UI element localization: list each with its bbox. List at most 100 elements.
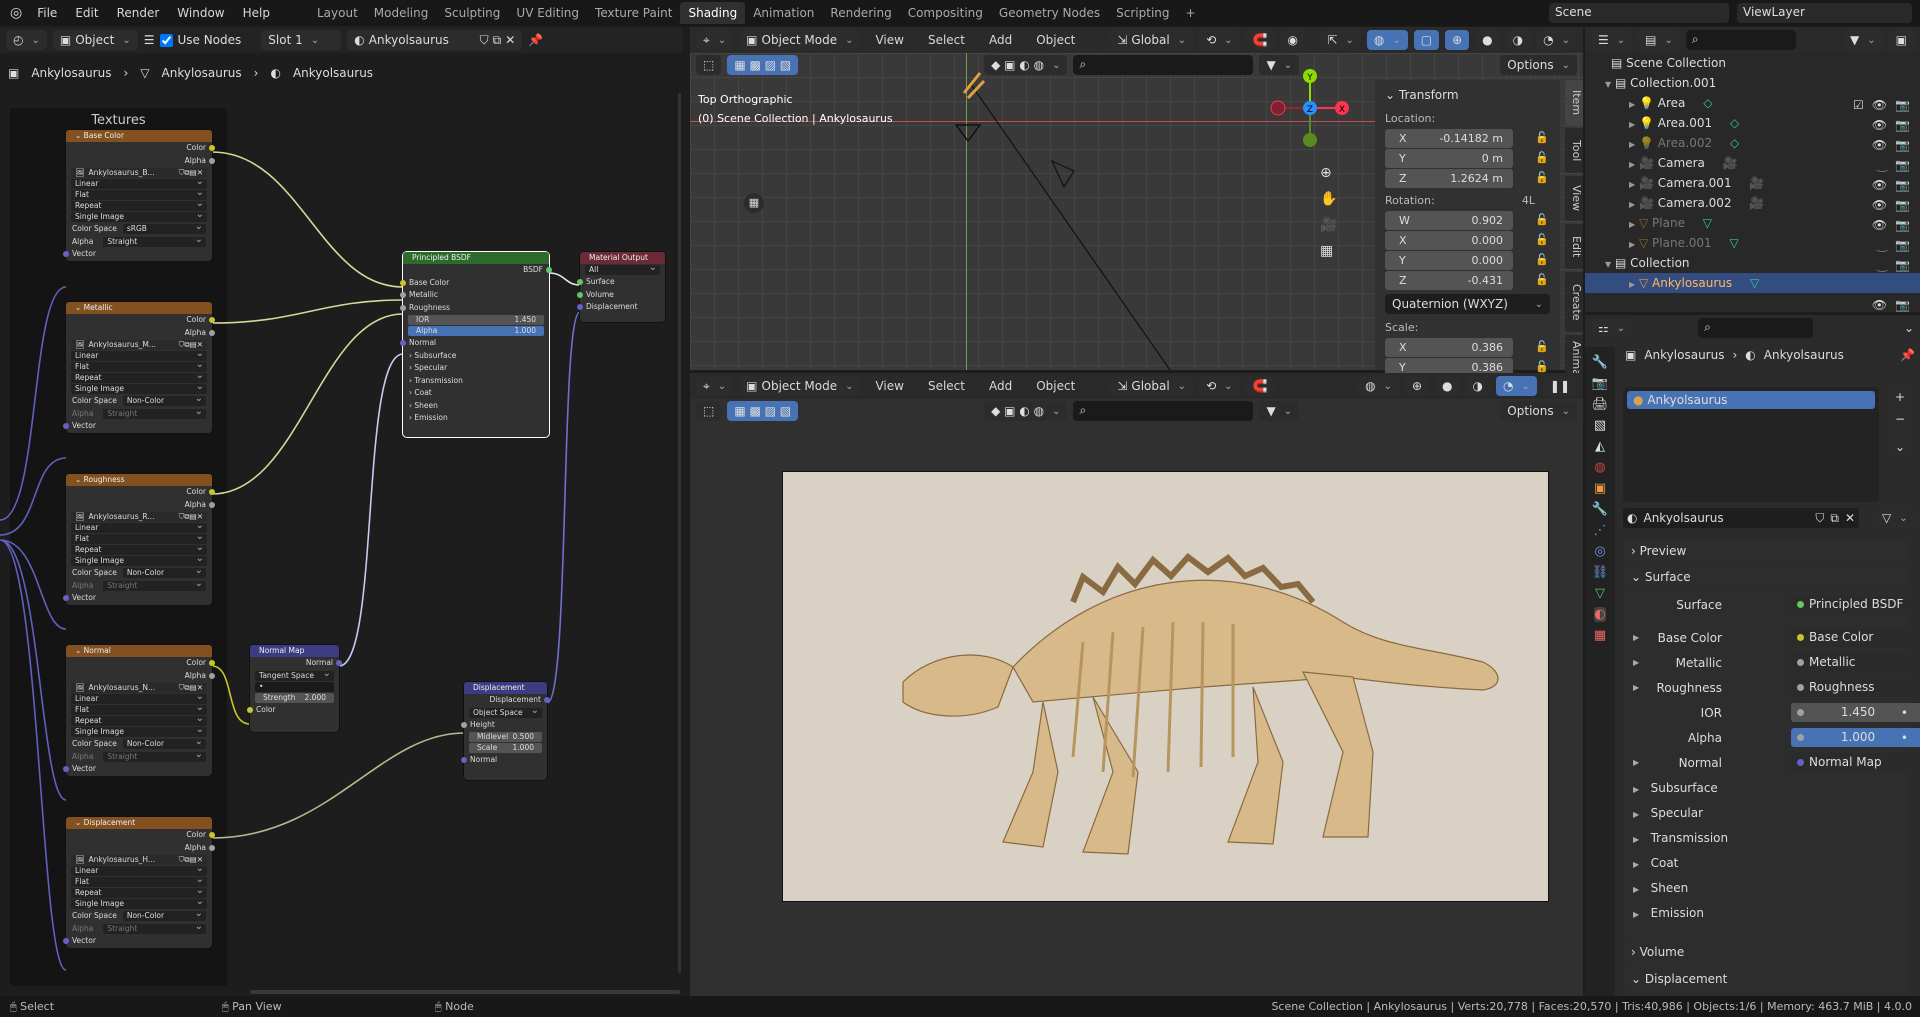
visibility-filter-icon[interactable]: ◆ ▣ ◐ ◍	[984, 401, 1068, 421]
light-data-icon[interactable]: ◇	[1730, 116, 1739, 130]
mesh-data-icon[interactable]: ▽	[1730, 236, 1739, 250]
sidebar-tab-tool[interactable]: Tool	[1565, 128, 1583, 173]
physics-tab-icon[interactable]: ◎	[1594, 544, 1605, 559]
outliner-row[interactable]: ▶ 💡 Area.001 ◇ 👁 📷	[1585, 113, 1920, 152]
color-space-select[interactable]: Non-Color	[122, 566, 206, 578]
options-button[interactable]: Options	[1500, 55, 1577, 75]
interpolation-select[interactable]: Linear	[71, 864, 207, 876]
expand-arrow-icon[interactable]: ▶	[1633, 627, 1639, 649]
socket[interactable]	[544, 697, 550, 703]
expand-arrow-icon[interactable]: ▶	[1633, 652, 1639, 674]
projection-select[interactable]: Flat	[71, 875, 207, 887]
texture-tab-icon[interactable]: ▦	[1594, 628, 1606, 643]
socket[interactable]	[400, 279, 406, 286]
workspace-tab[interactable]: Compositing	[900, 2, 991, 24]
subpanel-specular[interactable]: ▶ Specular	[1623, 802, 1910, 824]
image-texture-node[interactable]: ⌄ Base Color Color Alpha 🖼 Ankylosaurus_B…	[63, 130, 215, 261]
projection-select[interactable]: Flat	[71, 188, 207, 200]
mesh-data-icon[interactable]: ▽	[1703, 216, 1712, 230]
workspace-tab[interactable]: Geometry Nodes	[991, 2, 1108, 24]
pin-icon[interactable]: 📌	[528, 33, 543, 47]
socket[interactable]	[461, 757, 467, 763]
object-tab-icon[interactable]: ▣	[1594, 481, 1606, 496]
mode-select[interactable]: ▣ Object Mode	[739, 30, 861, 50]
overlay-toggle[interactable]: ◍	[1358, 376, 1399, 396]
unlink-icon[interactable]: ✕	[505, 33, 515, 47]
socket[interactable]	[461, 721, 467, 728]
outliner-row[interactable]: ▶ ▽ Ankylosaurus ▽ 👁 📷	[1585, 273, 1920, 312]
socket[interactable]	[63, 251, 69, 257]
mesh-data-icon[interactable]: ▽	[1750, 276, 1759, 290]
socket[interactable]	[209, 489, 215, 495]
scene-tab-icon[interactable]: ◭	[1595, 439, 1605, 454]
bsdf-panel-specular[interactable]: › Specular	[403, 362, 549, 375]
uv-map-field[interactable]: •	[255, 681, 334, 692]
image-datablock[interactable]: 🖼 Ankylosaurus_M... ⛉⧉▤✕	[71, 340, 207, 350]
menu-window[interactable]: Window	[168, 6, 233, 20]
pin-icon[interactable]: 📌	[1900, 348, 1915, 362]
new-collection-icon[interactable]: ▣	[1888, 30, 1914, 50]
rotation-x-field[interactable]: X 0.000	[1385, 231, 1513, 250]
socket[interactable]	[577, 279, 583, 285]
surface-panel[interactable]: ⌄ Surface	[1623, 565, 1910, 589]
interpolation-select[interactable]: Linear	[71, 521, 207, 533]
expand-arrow-icon[interactable]: ▶	[1629, 220, 1635, 229]
sidebar-tab-edit[interactable]: Edit	[1565, 224, 1583, 269]
keyframe-dot-icon[interactable]: •	[1901, 727, 1908, 749]
socket[interactable]	[63, 423, 69, 429]
outliner-row[interactable]: ▶ ▽ Plane.001 ▽ ‿ 📷	[1585, 233, 1920, 272]
socket[interactable]	[209, 329, 215, 336]
slot-select[interactable]: Slot 1	[261, 30, 342, 50]
workspace-tab[interactable]: Sculpting	[436, 2, 508, 24]
menu-edit[interactable]: Edit	[66, 6, 107, 20]
socket[interactable]	[209, 832, 215, 838]
socket[interactable]	[400, 304, 406, 311]
source-select[interactable]: Single Image	[71, 897, 207, 909]
displacement-panel[interactable]: ⌄ Displacement	[1623, 967, 1910, 991]
subpanel-subsurface[interactable]: ▶ Subsurface	[1623, 777, 1910, 799]
pause-render-button[interactable]: ❚❚	[1542, 376, 1577, 396]
sidebar-tab-view[interactable]: View	[1565, 176, 1583, 221]
pivot-select[interactable]: ⟲	[1199, 30, 1240, 50]
interpolation-select[interactable]: Linear	[71, 177, 207, 189]
extension-select[interactable]: Repeat	[71, 199, 207, 211]
shading-material[interactable]: ◑	[1465, 376, 1491, 396]
mode-select[interactable]: ▣ Object Mode	[739, 376, 861, 396]
color-space-select[interactable]: sRGB	[122, 222, 206, 234]
light-data-icon[interactable]: ◇	[1730, 136, 1739, 150]
data-tab-icon[interactable]: ▽	[1595, 586, 1605, 601]
extension-select[interactable]: Repeat	[71, 714, 207, 726]
menu-add[interactable]: Add	[980, 33, 1021, 47]
editor-type-button[interactable]: ⚏	[1591, 318, 1633, 338]
socket[interactable]	[63, 766, 69, 772]
image-datablock[interactable]: 🖼 Ankylosaurus_N... ⛉⧉▤✕	[71, 683, 207, 693]
camera-data-icon[interactable]: 🎥	[1723, 156, 1738, 170]
outliner-row[interactable]: ▼ ▤ Collection ☑👁📷	[1585, 253, 1920, 292]
displacement-node[interactable]: Displacement Displacement Object Space H…	[461, 682, 550, 780]
fake-user-icon[interactable]: ⛉	[480, 33, 489, 48]
menu-add[interactable]: Add	[980, 379, 1021, 393]
snap-toggle[interactable]: 🧲	[1245, 376, 1275, 396]
extension-select[interactable]: Repeat	[71, 371, 207, 383]
image-datablock[interactable]: 🖼 Ankylosaurus_R... ⛉⧉▤✕	[71, 512, 207, 522]
image-datablock[interactable]: 🖼 Ankylosaurus_B... ⛉⧉▤✕	[71, 168, 207, 178]
fake-user-icon[interactable]: ⛉	[1815, 511, 1824, 526]
hand-pan-icon[interactable]: ✋	[1320, 191, 1337, 207]
normal-map-node[interactable]: Normal Map Normal Tangent Space • Streng…	[247, 645, 342, 732]
preview-panel[interactable]: › Preview	[1623, 539, 1910, 563]
outliner-scene-collection[interactable]: ▤ Scene Collection	[1585, 53, 1920, 73]
lock-icon[interactable]: 🔓	[1535, 340, 1549, 353]
outliner-row[interactable]: ▶ 🎥 Camera.002 🎥 👁 📷	[1585, 193, 1920, 232]
rotation-y-field[interactable]: Y 0.000	[1385, 251, 1513, 270]
expand-arrow-icon[interactable]: ▶	[1629, 120, 1635, 129]
navigation-gizmo[interactable]: Y X Z	[1270, 68, 1350, 148]
projection-select[interactable]: Flat	[71, 703, 207, 715]
subpanel-emission[interactable]: ▶ Emission	[1623, 902, 1910, 924]
rotation-w-field[interactable]: W 0.902	[1385, 211, 1513, 230]
interpolation-select[interactable]: Linear	[71, 349, 207, 361]
expand-arrow-icon[interactable]: ▶	[1629, 160, 1635, 169]
add-workspace-button[interactable]: +	[1178, 2, 1204, 24]
editor-type-button[interactable]: ⌖	[696, 376, 734, 396]
proportional-edit-toggle[interactable]: ◉	[1280, 30, 1305, 50]
remove-slot-button[interactable]: −	[1888, 409, 1913, 429]
